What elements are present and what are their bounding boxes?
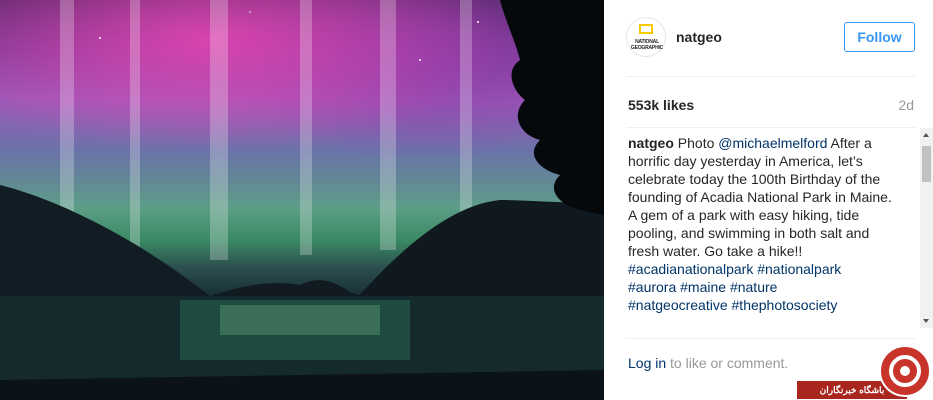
avatar-text: NATIONAL GEOGRAPHIC xyxy=(630,39,664,51)
post-age[interactable]: 2d xyxy=(898,97,914,113)
divider xyxy=(626,127,915,128)
follow-button[interactable]: Follow xyxy=(844,22,915,52)
caption-mention[interactable]: @michaelmelford xyxy=(718,135,827,151)
scroll-down-arrow-icon[interactable] xyxy=(923,319,929,323)
likes-count[interactable]: 553k likes xyxy=(628,97,694,113)
caption-text: Photo xyxy=(677,135,715,151)
scrollbar-thumb[interactable] xyxy=(922,146,931,182)
caption-hashtags[interactable]: #natgeocreative #thephotosociety xyxy=(628,297,837,313)
comment-prompt: Log in to like or comment. xyxy=(628,355,788,371)
caption: natgeo Photo @michaelmelford After a hor… xyxy=(628,134,902,329)
login-link[interactable]: Log in xyxy=(628,355,666,371)
caption-text: A gem of a park with easy hiking, tide p… xyxy=(628,207,870,259)
natgeo-logo-icon xyxy=(639,24,653,34)
comment-prompt-text: to like or comment. xyxy=(670,355,789,371)
post-header: NATIONAL GEOGRAPHIC natgeo Follow xyxy=(604,0,933,76)
watermark-logo-icon xyxy=(879,345,931,397)
caption-hashtags[interactable]: #aurora #maine #nature xyxy=(628,279,777,295)
post-photo[interactable] xyxy=(0,0,604,400)
scroll-up-arrow-icon[interactable] xyxy=(923,133,929,137)
caption-hashtags[interactable]: #acadianationalpark #nationalpark xyxy=(628,261,841,277)
watermark: باشگاه خبرنگاران xyxy=(797,345,933,400)
username-link[interactable]: natgeo xyxy=(676,29,722,45)
avatar[interactable]: NATIONAL GEOGRAPHIC xyxy=(626,17,666,57)
post-details-panel: NATIONAL GEOGRAPHIC natgeo Follow 553k l… xyxy=(604,0,933,400)
divider xyxy=(626,338,915,339)
caption-scrollbar[interactable] xyxy=(920,128,933,328)
caption-username[interactable]: natgeo xyxy=(628,135,674,151)
divider xyxy=(626,76,915,77)
aurora-landscape-image xyxy=(0,0,604,400)
